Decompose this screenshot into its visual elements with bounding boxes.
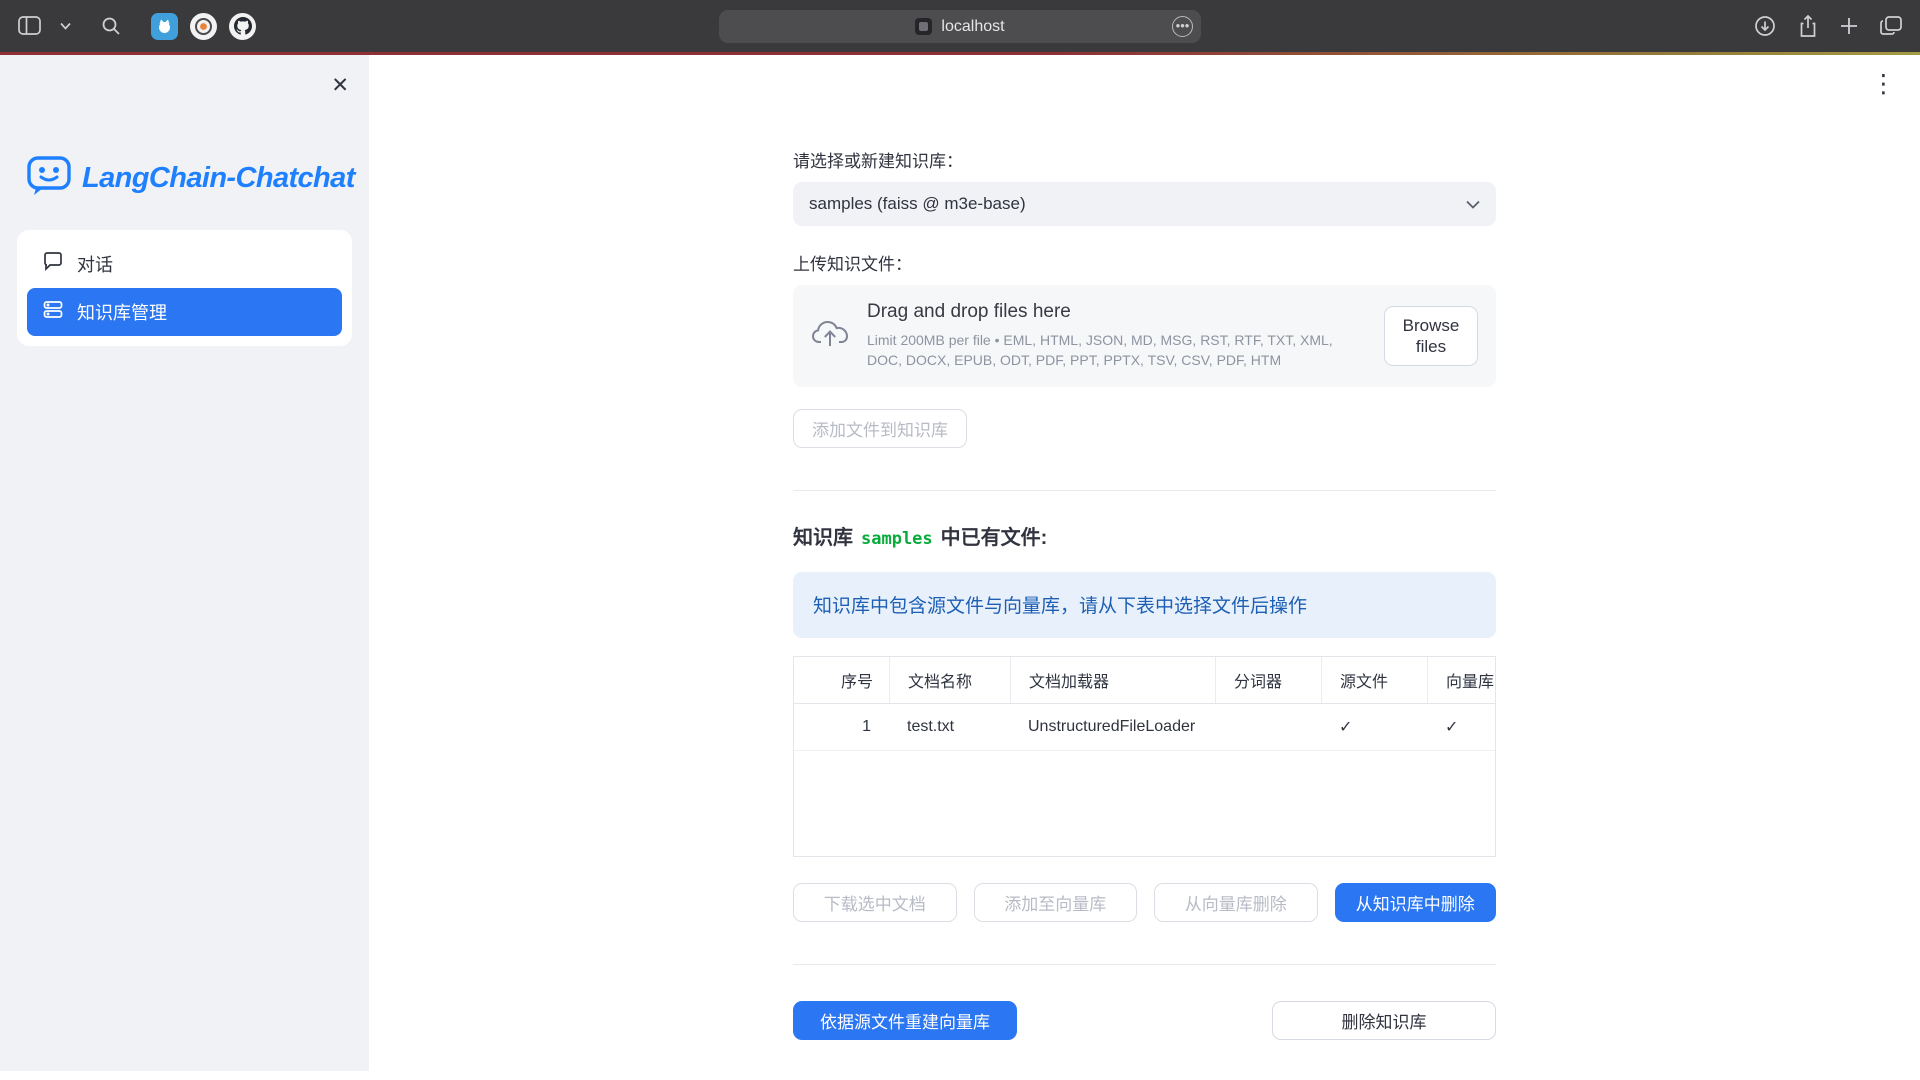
files-heading-prefix: 知识库 <box>793 521 853 550</box>
cloud-upload-icon <box>811 318 849 353</box>
delete-from-kb-button[interactable]: 从知识库中删除 <box>1335 883 1497 922</box>
sidebar-item-label: 知识库管理 <box>77 299 167 325</box>
kb-selected-value: samples (faiss @ m3e-base) <box>809 194 1026 214</box>
divider <box>793 964 1496 965</box>
add-files-button[interactable]: 添加文件到知识库 <box>793 409 967 448</box>
cell-loader: UnstructuredFileLoader <box>1010 704 1215 750</box>
new-tab-icon[interactable] <box>1840 17 1858 35</box>
download-selected-button[interactable]: 下载选中文档 <box>793 883 957 922</box>
downloads-icon[interactable] <box>1754 15 1776 37</box>
cell-filename: test.txt <box>889 704 1010 750</box>
sidebar-nav: 对话 知识库管理 <box>17 230 352 346</box>
files-table: 序号 文档名称 文档加载器 分词器 源文件 向量库 1 test.txt Uns… <box>793 656 1496 857</box>
extension-icon-github[interactable] <box>229 13 256 40</box>
browser-toolbar: localhost ••• <box>0 0 1920 52</box>
knowledge-base-icon <box>43 300 63 324</box>
col-header-loader: 文档加载器 <box>1010 657 1215 703</box>
info-alert: 知识库中包含源文件与向量库，请从下表中选择文件后操作 <box>793 572 1496 638</box>
browse-files-button[interactable]: Browse files <box>1384 306 1478 367</box>
dropzone-hint: Limit 200MB per file • EML, HTML, JSON, … <box>867 330 1366 371</box>
delete-from-vectorstore-button[interactable]: 从向量库删除 <box>1154 883 1318 922</box>
cell-sourcefile-check: ✓ <box>1321 704 1427 750</box>
site-icon <box>915 18 932 35</box>
table-row[interactable]: 1 test.txt UnstructuredFileLoader ✓ ✓ <box>794 704 1495 751</box>
table-empty-space <box>794 751 1495 856</box>
cell-splitter <box>1215 704 1321 750</box>
share-icon[interactable] <box>1798 15 1818 38</box>
upload-label: 上传知识文件： <box>793 250 1496 275</box>
search-icon[interactable] <box>101 16 121 36</box>
file-dropzone[interactable]: Drag and drop files here Limit 200MB per… <box>793 285 1496 387</box>
sidebar-item-chat[interactable]: 对话 <box>27 240 342 288</box>
sidebar-chevron-icon[interactable] <box>60 22 71 30</box>
address-bar[interactable]: localhost ••• <box>719 10 1201 43</box>
rebuild-vectorstore-button[interactable]: 依据源文件重建向量库 <box>793 1001 1017 1040</box>
col-header-sourcefile: 源文件 <box>1321 657 1427 703</box>
sidebar-close-icon[interactable]: ✕ <box>331 75 349 96</box>
chat-bubble-icon <box>43 252 63 276</box>
extension-icon-orange[interactable] <box>190 13 217 40</box>
files-heading: 知识库 samples 中已有文件: <box>793 521 1496 550</box>
address-more-icon[interactable]: ••• <box>1172 16 1193 37</box>
delete-kb-button[interactable]: 删除知识库 <box>1272 1001 1496 1040</box>
logo-text: LangChain-Chatchat <box>82 162 355 195</box>
file-actions-row: 下载选中文档 添加至向量库 从向量库删除 从知识库中删除 <box>793 883 1496 922</box>
chevron-down-icon <box>1466 194 1480 214</box>
col-header-splitter: 分词器 <box>1215 657 1321 703</box>
cell-vectorstore-check: ✓ <box>1427 704 1497 750</box>
logo-chat-icon <box>26 155 72 202</box>
dropzone-title: Drag and drop files here <box>867 301 1366 323</box>
table-header-row: 序号 文档名称 文档加载器 分词器 源文件 向量库 <box>794 657 1495 704</box>
main-area: ⋮ 请选择或新建知识库： samples (faiss @ m3e-base) … <box>369 55 1920 1080</box>
kb-select-label: 请选择或新建知识库： <box>793 147 1496 172</box>
files-heading-suffix: 中已有文件: <box>941 521 1048 550</box>
divider <box>793 490 1496 491</box>
app-logo: LangChain-Chatchat <box>0 55 369 202</box>
col-header-filename: 文档名称 <box>889 657 1010 703</box>
sidebar-item-kb-management[interactable]: 知识库管理 <box>27 288 342 336</box>
sidebar-toggle-icon[interactable] <box>18 16 44 36</box>
kb-name-code: samples <box>861 529 933 549</box>
kb-selectbox[interactable]: samples (faiss @ m3e-base) <box>793 182 1496 226</box>
kb-bottom-actions: 依据源文件重建向量库 删除知识库 <box>793 1001 1496 1040</box>
address-url: localhost <box>941 18 1004 36</box>
cell-index: 1 <box>794 704 889 750</box>
info-alert-text: 知识库中包含源文件与向量库，请从下表中选择文件后操作 <box>813 591 1307 618</box>
overflow-menu-icon[interactable]: ⋮ <box>1871 69 1896 99</box>
col-header-vectorstore: 向量库 <box>1427 657 1497 703</box>
sidebar-item-label: 对话 <box>77 251 113 277</box>
col-header-index: 序号 <box>794 657 889 703</box>
sidebar: ✕ LangChain-Chatchat 对 <box>0 55 369 1071</box>
tab-overview-icon[interactable] <box>1880 16 1902 36</box>
add-to-vectorstore-button[interactable]: 添加至向量库 <box>974 883 1138 922</box>
extension-icon-blue[interactable] <box>151 13 178 40</box>
